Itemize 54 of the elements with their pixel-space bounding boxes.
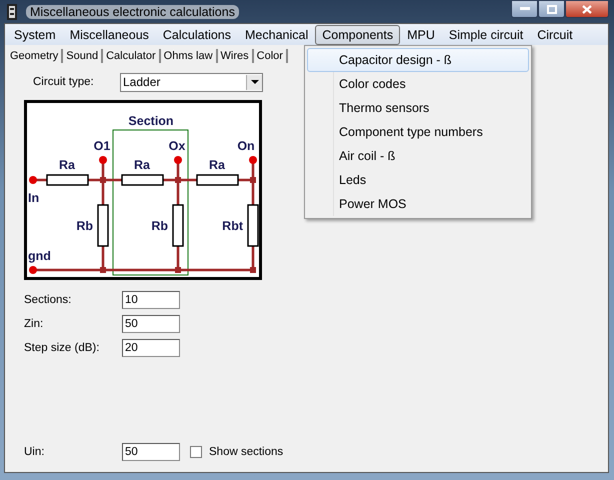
input-field[interactable]: 50	[122, 443, 180, 461]
input-field[interactable]: 20	[122, 339, 180, 357]
tab-button[interactable]: Color	[254, 49, 288, 63]
node-label: O1	[94, 139, 110, 153]
tab-button[interactable]: Calculator	[103, 49, 161, 63]
field-label: Circuit type:	[32, 76, 95, 88]
circuit-type-dropdown[interactable]: Ladder	[120, 72, 263, 92]
menu-item[interactable]: Simple circuit	[442, 24, 530, 44]
maximize-icon	[546, 4, 556, 14]
menu-item[interactable]: Leds	[307, 168, 529, 192]
input-field[interactable]: 10	[122, 291, 180, 309]
menu-item[interactable]: Components	[315, 24, 400, 44]
checkbox-label: Show sections	[209, 446, 284, 458]
section-label: Section	[128, 114, 174, 128]
resistor-label: Ra	[134, 158, 150, 172]
node-label: Ox	[168, 139, 186, 153]
menu-item[interactable]: Power MOS	[307, 192, 529, 216]
chip-icon	[6, 4, 18, 20]
input-field[interactable]: 50	[122, 315, 180, 333]
node-label: In	[28, 191, 40, 205]
close-icon	[582, 4, 592, 14]
window-title: Miscellaneous electronic calculations	[26, 4, 239, 18]
close-button[interactable]	[565, 0, 609, 18]
menu-item[interactable]: Circuit	[530, 24, 580, 44]
tab-button[interactable]: Ohms law	[160, 49, 218, 63]
menu-item[interactable]: Capacitor design - ß	[307, 48, 529, 72]
field-label: Step size (dB):	[24, 342, 100, 354]
tab-button[interactable]: Sound	[63, 49, 104, 63]
tab-button[interactable]: Geometry	[7, 49, 64, 63]
menu-item[interactable]: Calculations	[156, 24, 238, 44]
field-label: Sections:	[24, 294, 72, 306]
maximize-button[interactable]	[538, 0, 565, 18]
resistor-label: Rb	[76, 219, 93, 233]
resistor-label: Rbt	[222, 219, 243, 233]
node-label: On	[237, 139, 255, 153]
menu-item[interactable]: Air coil - ß	[307, 144, 529, 168]
menu-item[interactable]: Color codes	[307, 72, 529, 96]
minimize-icon	[520, 7, 530, 11]
menu-item[interactable]: Thermo sensors	[307, 96, 529, 120]
menu-item[interactable]: Miscellaneous	[62, 24, 156, 44]
menu-item[interactable]: Mechanical	[238, 24, 316, 44]
menu-item[interactable]: Component type numbers	[307, 120, 529, 144]
checkbox[interactable]	[190, 446, 202, 458]
node-label: gnd	[28, 249, 51, 263]
resistor-label: Ra	[59, 158, 75, 172]
menu-item[interactable]: MPU	[400, 24, 442, 44]
resistor-label: Rb	[151, 219, 168, 233]
tab-button[interactable]: Wires	[218, 49, 254, 63]
field-label: Uin:	[24, 446, 46, 458]
menu-item[interactable]: System	[7, 24, 63, 44]
minimize-button[interactable]	[511, 0, 538, 18]
field-label: Zin:	[24, 318, 44, 330]
caret-icon	[250, 80, 258, 84]
resistor-label: Ra	[209, 158, 225, 172]
